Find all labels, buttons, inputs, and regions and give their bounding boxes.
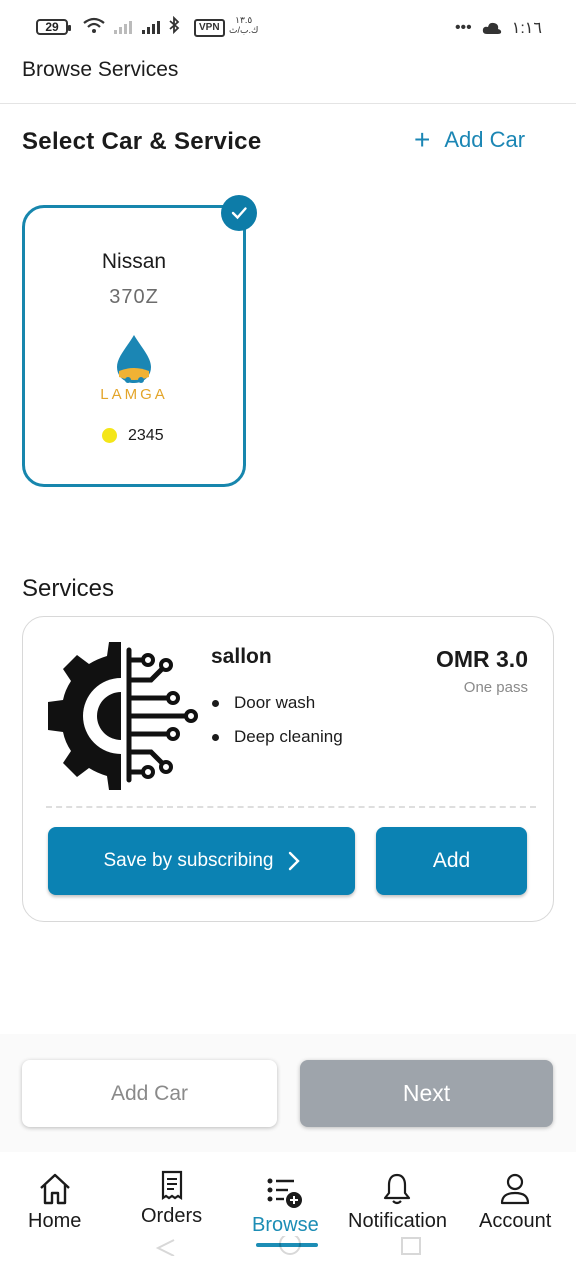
signal-icons [82, 15, 186, 41]
user-icon [501, 1173, 530, 1205]
price-note: One pass [463, 679, 528, 696]
nav-label: Home [28, 1210, 82, 1232]
nav-label: Account [479, 1210, 552, 1232]
feature-item: Deep cleaning [212, 727, 343, 747]
add-car-button[interactable]: Add Car [22, 1060, 277, 1127]
check-icon [221, 195, 257, 231]
nav-home[interactable]: Home [28, 1172, 81, 1233]
nav-orders[interactable]: Orders [141, 1169, 202, 1228]
add-car-link-label: Add Car [444, 127, 526, 152]
chevron-right-icon [288, 851, 300, 871]
add-service-button[interactable]: Add [376, 827, 527, 895]
status-bar: 29 VPN ١٣.٥ ك.ب/ث ••• ١:١٦ [0, 0, 576, 56]
service-name: sallon [211, 645, 272, 668]
cloud-icon [482, 22, 501, 34]
next-button[interactable]: Next [300, 1060, 553, 1127]
service-price: OMR 3.0 [435, 646, 528, 672]
header-divider [0, 103, 576, 104]
dashed-divider [46, 806, 536, 808]
nav-browse[interactable]: Browse [252, 1176, 319, 1237]
car-model: 370Z [109, 286, 159, 308]
select-car-service-title: Select Car & Service [22, 128, 262, 155]
feature-text: Door wash [234, 693, 316, 712]
car-plate: 2345 [128, 427, 164, 444]
vpn-badge: VPN [194, 19, 225, 37]
nav-notification[interactable]: Notification [348, 1172, 447, 1233]
more-dots-icon: ••• [454, 19, 472, 36]
nav-label: Notification [348, 1210, 447, 1232]
logo-text: LAMGA [100, 386, 168, 403]
car-make: Nissan [101, 250, 167, 273]
service-gear-circuit-icon [48, 642, 198, 790]
nav-label: Orders [141, 1205, 203, 1227]
bullet-icon [212, 733, 219, 741]
services-title: Services [22, 575, 115, 602]
feature-item: Door wash [212, 693, 315, 713]
bell-icon [384, 1173, 411, 1205]
status-right: ••• ١:١٦ [455, 18, 542, 38]
browse-list-icon [267, 1178, 303, 1208]
feature-text: Deep cleaning [234, 727, 343, 746]
clock: ١:١٦ [511, 20, 542, 37]
car-color-dot [102, 428, 117, 443]
save-by-subscribing-button[interactable]: Save by subscribing [48, 827, 355, 895]
add-car-link[interactable]: + Add Car [414, 124, 526, 155]
receipt-icon [161, 1170, 182, 1201]
nav-account[interactable]: Account [479, 1172, 551, 1233]
home-icon [39, 1173, 70, 1205]
system-nav-bar [155, 1236, 421, 1256]
subscribe-label: Save by subscribing [103, 850, 274, 871]
wifi-signal-icon [83, 15, 180, 35]
page-title: Browse Services [22, 58, 179, 81]
network-speed: ١٣.٥ ك.ب/ث [229, 15, 259, 35]
bullet-icon [212, 699, 219, 707]
plus-icon: + [414, 124, 431, 155]
nav-label: Browse [252, 1214, 319, 1236]
battery-indicator: 29 [36, 19, 71, 35]
